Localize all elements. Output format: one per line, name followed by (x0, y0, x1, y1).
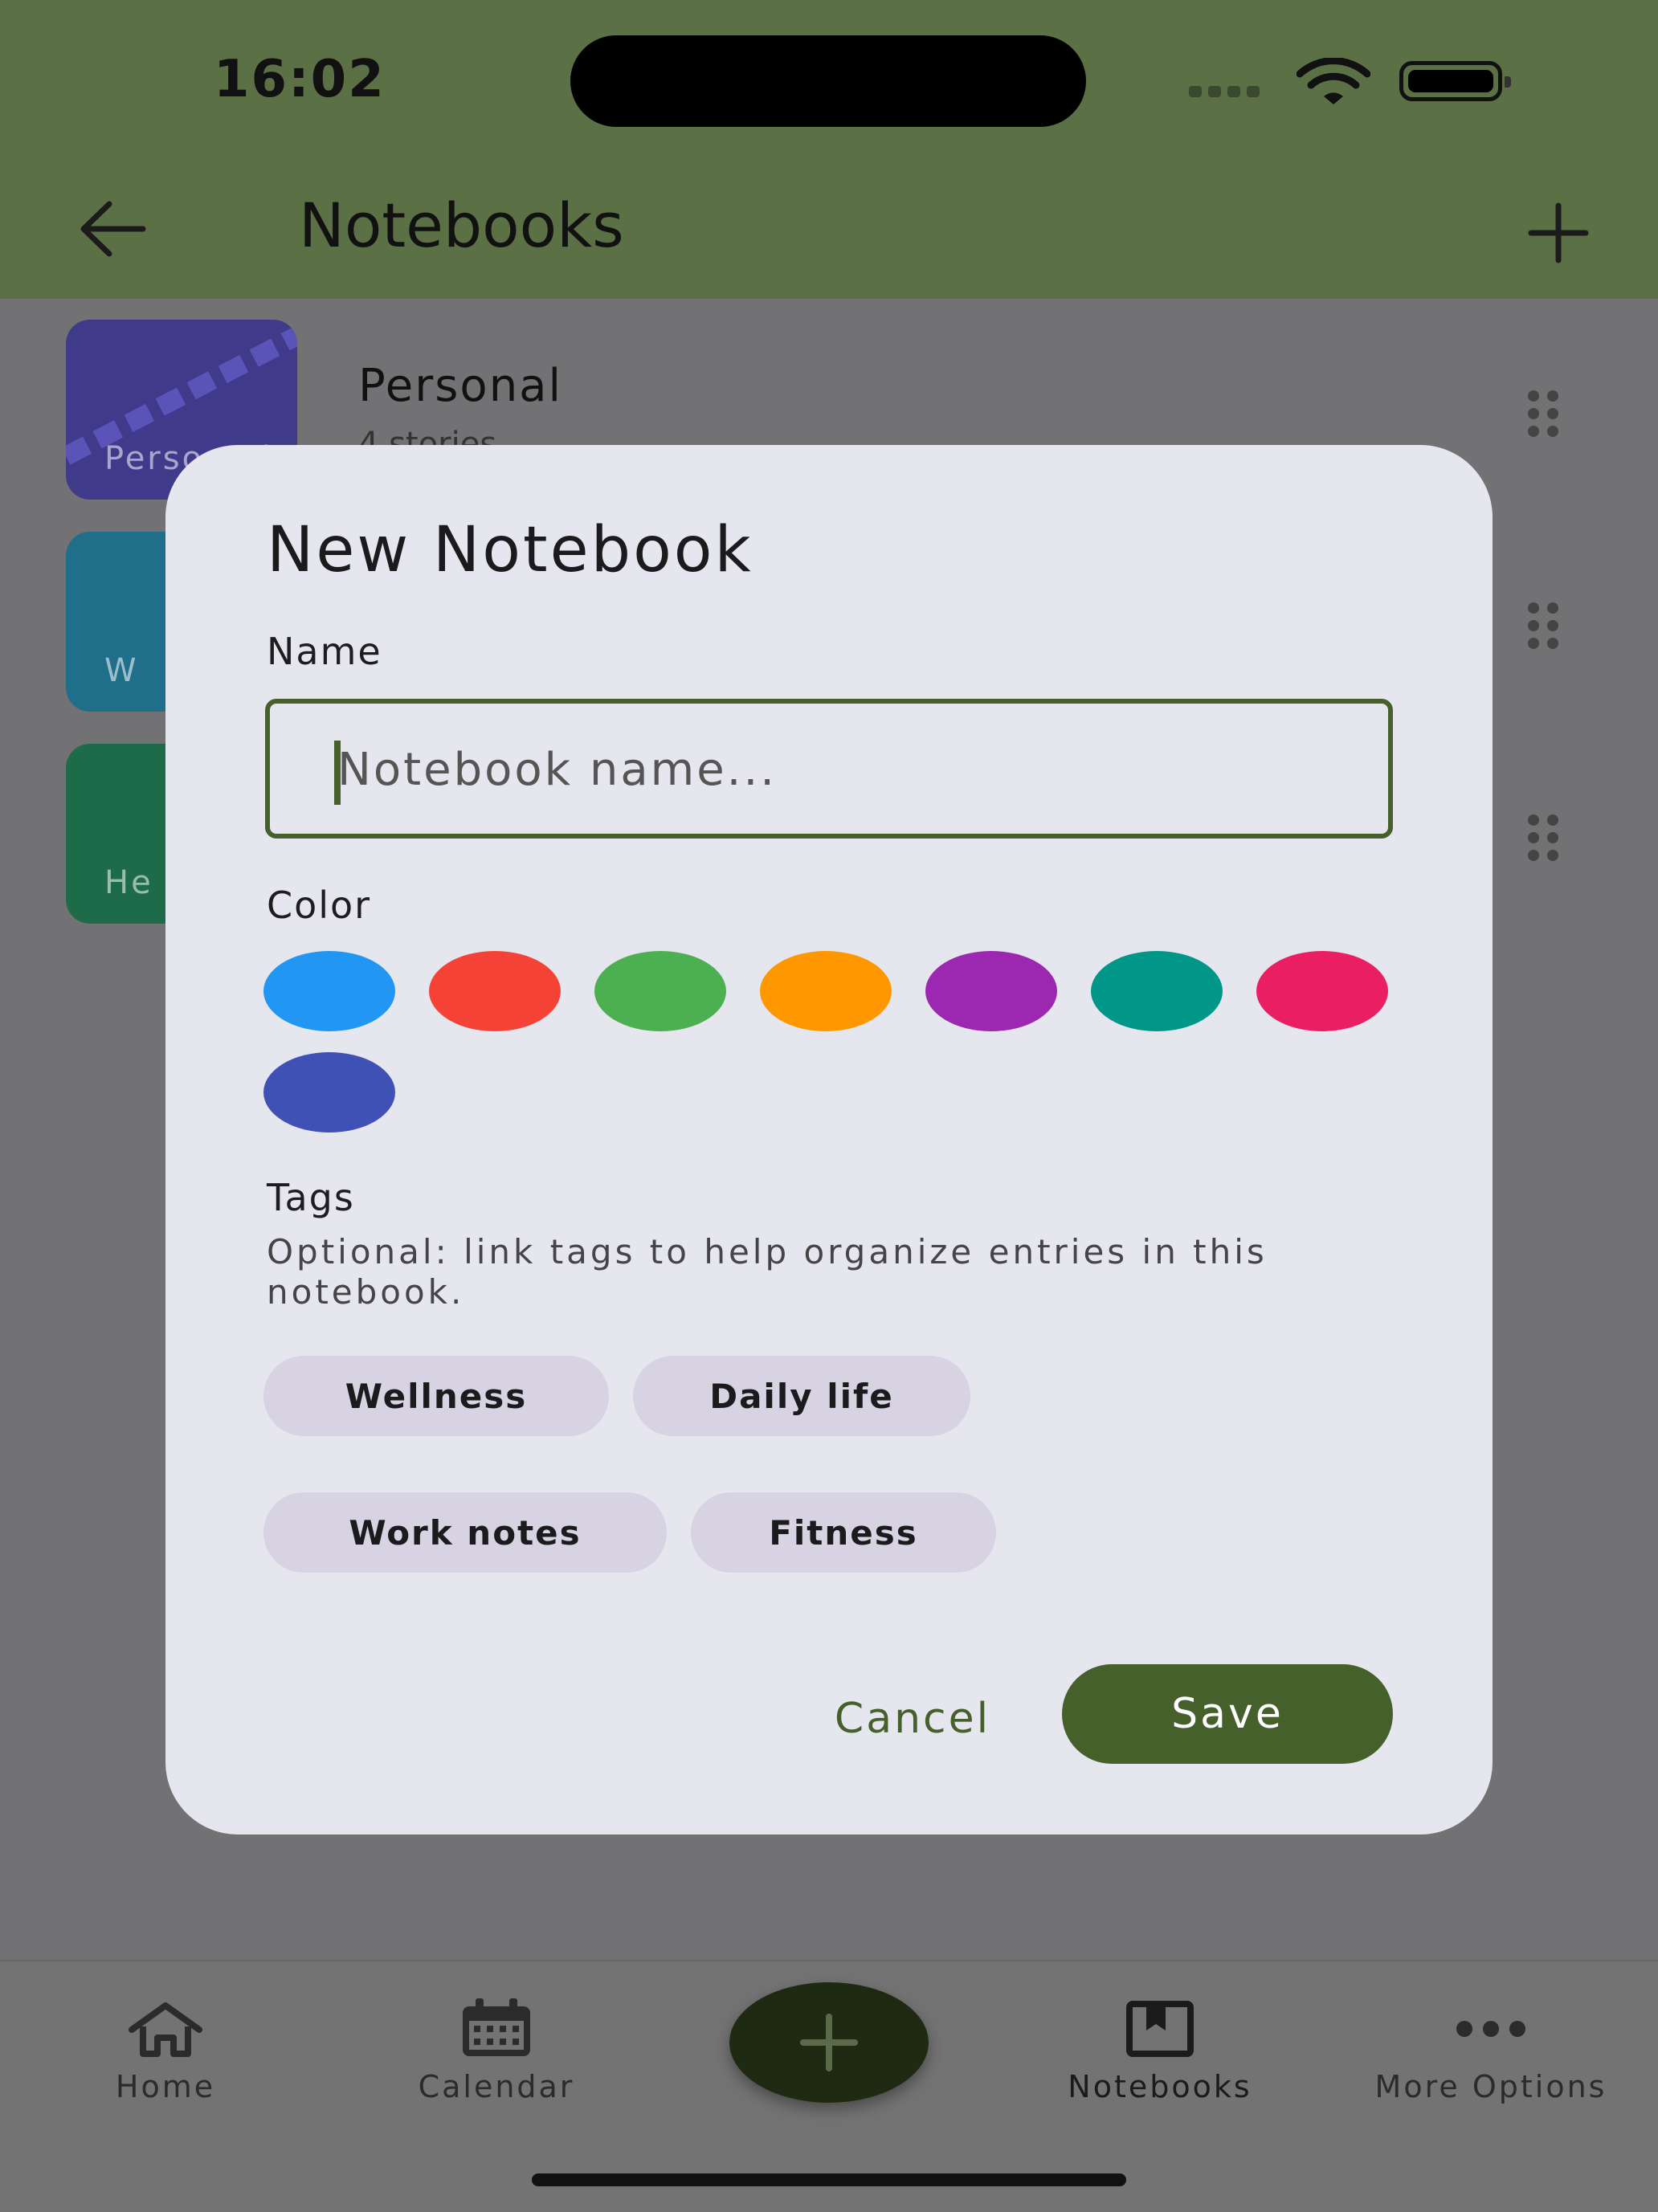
color-swatch-purple[interactable] (925, 951, 1057, 1031)
plus-icon (800, 2014, 858, 2071)
notebook-thumb-label: He (104, 864, 153, 901)
notebook-name-input[interactable]: Notebook name... (265, 699, 1393, 839)
dynamic-island (570, 35, 1086, 127)
nav-home[interactable]: Home (37, 1997, 294, 2109)
color-swatch-orange[interactable] (760, 951, 892, 1031)
add-notebook-icon[interactable] (1526, 201, 1591, 265)
color-swatch-teal[interactable] (1091, 951, 1223, 1031)
more-icon (1456, 2021, 1525, 2037)
nav-calendar[interactable]: Calendar (368, 1997, 625, 2109)
wifi-icon (1297, 58, 1370, 104)
status-time: 16:02 (214, 50, 386, 109)
color-swatch-green[interactable] (594, 951, 726, 1031)
dialog-title: New Notebook (267, 514, 753, 586)
home-icon (129, 2002, 202, 2057)
tag-chip-wellness[interactable]: Wellness (263, 1356, 609, 1436)
notebook-icon (1126, 2001, 1194, 2057)
calendar-icon (463, 1998, 530, 2056)
screen: 16:02 Notebooks Person al Personal 4 sto… (0, 0, 1658, 2212)
tag-chip-work-notes[interactable]: Work notes (263, 1492, 667, 1573)
nav-notebooks[interactable]: Notebooks (1031, 1997, 1288, 2109)
nav-more-options[interactable]: More Options (1362, 1997, 1619, 2109)
battery-icon (1399, 61, 1511, 101)
page-title: Notebooks (299, 190, 624, 261)
back-arrow-icon[interactable] (77, 193, 149, 265)
app-header: 16:02 Notebooks (0, 0, 1658, 299)
tag-chip-daily-life[interactable]: Daily life (633, 1356, 970, 1436)
home-indicator (532, 2173, 1126, 2186)
nav-notebooks-label: Notebooks (1068, 2069, 1252, 2104)
tags-label: Tags (267, 1176, 355, 1219)
nav-more-options-label: More Options (1374, 2069, 1607, 2104)
save-button[interactable]: Save (1062, 1664, 1393, 1764)
color-swatch-blue[interactable] (263, 951, 395, 1031)
name-label: Name (267, 630, 382, 673)
color-swatch-pink[interactable] (1256, 951, 1388, 1031)
color-label: Color (267, 884, 372, 927)
cancel-button[interactable]: Cancel (792, 1679, 1033, 1759)
cellular-signal-icon (1189, 85, 1266, 100)
notebook-name[interactable]: Personal (358, 360, 562, 412)
new-notebook-dialog: New Notebook Name Notebook name... Color… (165, 445, 1493, 1834)
add-entry-fab[interactable] (729, 1982, 929, 2103)
tags-description: Optional: link tags to help organize ent… (267, 1232, 1268, 1312)
nav-home-label: Home (115, 2069, 216, 2104)
tag-chip-fitness[interactable]: Fitness (691, 1492, 996, 1573)
nav-calendar-label: Calendar (418, 2069, 575, 2104)
notebook-thumb-label: W (104, 652, 139, 689)
name-placeholder: Notebook name... (337, 744, 778, 796)
color-swatch-red[interactable] (429, 951, 561, 1031)
color-swatch-indigo[interactable] (263, 1052, 395, 1133)
